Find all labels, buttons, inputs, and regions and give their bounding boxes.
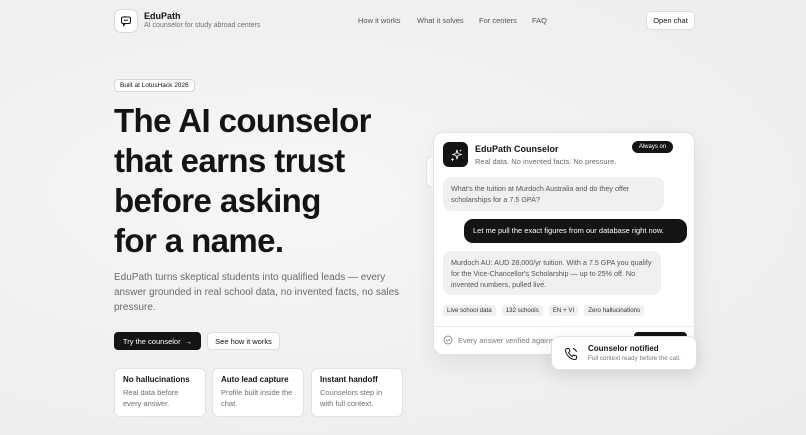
feature-title: Auto lead capture	[221, 375, 289, 384]
data-chips: Live school data 132 schools EN + VI Zer…	[443, 305, 645, 316]
hero-headline: The AI counselor that earns trust before…	[114, 101, 424, 261]
phone-icon	[565, 348, 577, 360]
hackathon-badge: Built at LotusHack 2026	[114, 79, 195, 92]
verification-note: Every answer verified against	[458, 336, 556, 345]
chat-divider	[434, 326, 694, 327]
feature-desc: Counselors step in with full context.	[320, 388, 383, 408]
headline-line: for a name.	[114, 222, 284, 259]
feature-card-instant-handoff: Instant handoff Counselors step in with …	[311, 368, 403, 417]
headline-line: The AI counselor	[114, 102, 371, 139]
chip-zero-hallucinations: Zero hallucinations	[584, 305, 645, 316]
sparkles-icon	[450, 149, 462, 161]
feature-title: No hallucinations	[123, 375, 190, 384]
chip-schools: 132 schools	[501, 305, 543, 316]
status-badge: Always on	[632, 141, 673, 153]
notification-subtitle: Full context ready before the call.	[588, 355, 681, 362]
feature-desc: Real data before every answer.	[123, 388, 179, 408]
feature-card-no-hallucinations: No hallucinations Real data before every…	[114, 368, 206, 417]
chip-live-data: Live school data	[443, 305, 496, 316]
chat-avatar	[443, 142, 468, 167]
nav-how-it-works[interactable]: How it works	[358, 16, 401, 25]
counselor-notified-toast: Counselor notified Full context ready be…	[551, 336, 697, 370]
feature-desc: Profile built inside the chat.	[221, 388, 293, 408]
student-message: What's the tuition at Murdoch Australia …	[443, 177, 664, 211]
headline-line: that earns trust	[114, 142, 345, 179]
chat-title: EduPath Counselor	[475, 144, 559, 154]
brand-tagline: AI counselor for study abroad centers	[144, 22, 261, 29]
chat-preview-card[interactable]: EduPath Counselor Real data. No invented…	[433, 132, 695, 355]
chat-bubble-icon	[121, 16, 131, 27]
arrow-right-icon: →	[184, 336, 193, 346]
try-counselor-label: Try the counselor	[122, 336, 181, 346]
feature-card-auto-lead-capture: Auto lead capture Profile built inside t…	[212, 368, 304, 417]
counselor-message: Let me pull the exact figures from our d…	[464, 219, 687, 243]
nav-for-centers[interactable]: For centers	[479, 16, 517, 25]
chat-subtitle: Real data. No invented facts. No pressur…	[475, 157, 617, 166]
feature-title: Instant handoff	[320, 375, 378, 384]
chip-languages: EN + VI	[548, 305, 579, 316]
brand-name: EduPath	[144, 11, 181, 21]
nav-what-it-solves[interactable]: What it solves	[417, 16, 464, 25]
open-chat-button[interactable]: Open chat	[646, 11, 695, 30]
try-counselor-button[interactable]: Try the counselor →	[114, 332, 201, 350]
hero-subtext: EduPath turns skeptical students into qu…	[114, 272, 400, 313]
notification-title: Counselor notified	[588, 344, 659, 353]
nav-faq[interactable]: FAQ	[532, 16, 547, 25]
counselor-answer-message: Murdoch AU: AUD 28,000/yr tuition. With …	[443, 251, 661, 295]
check-circle-icon	[443, 335, 453, 345]
logo[interactable]	[114, 9, 138, 33]
see-how-it-works-button[interactable]: See how it works	[207, 332, 280, 350]
headline-line: before asking	[114, 182, 321, 219]
